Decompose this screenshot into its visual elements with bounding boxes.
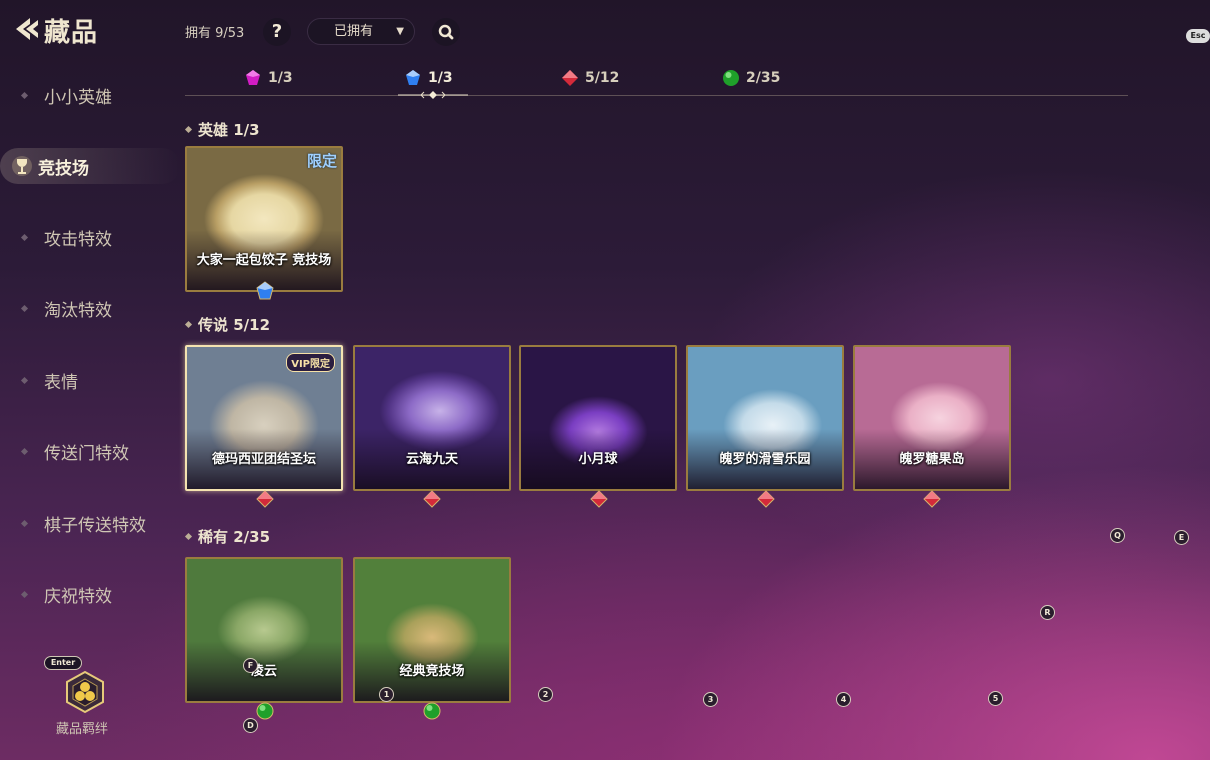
search-icon xyxy=(438,24,454,40)
sidebar-item-label: 表情 xyxy=(44,372,78,393)
sidebar-item-label: 庆祝特效 xyxy=(44,586,112,607)
sidebar-item-label: 竞技场 xyxy=(38,158,89,179)
bullet-icon xyxy=(20,91,29,99)
tab-divider xyxy=(185,95,1128,96)
gem-icon xyxy=(406,70,420,85)
chevron-down-icon: ▼ xyxy=(396,26,404,37)
bullet-icon xyxy=(20,519,29,527)
arena-card[interactable]: 经典竞技场 xyxy=(353,557,511,703)
gem-icon xyxy=(562,70,578,86)
tab-count: 5/12 xyxy=(585,70,620,86)
gem-icon xyxy=(723,70,739,86)
section-title-text: 稀有 2/35 xyxy=(198,528,271,546)
help-icon: ? xyxy=(271,21,283,42)
sidebar-item-label: 棋子传送特效 xyxy=(44,515,146,536)
sidebar-item-arenas[interactable]: 竞技场 xyxy=(12,146,172,186)
sidebar-item-emotes[interactable]: 表情 xyxy=(20,360,172,400)
bullet-icon xyxy=(20,376,29,384)
diamond-icon xyxy=(184,125,193,134)
search-button[interactable] xyxy=(432,18,460,46)
arena-card[interactable]: VIP限定 德玛西亚团结圣坛 xyxy=(185,345,343,491)
arena-card[interactable]: 魄罗糖果岛 xyxy=(853,345,1011,491)
arena-card[interactable]: 云海九天 xyxy=(353,345,511,491)
bullet-icon xyxy=(20,590,29,598)
tab-count: 2/35 xyxy=(746,70,781,86)
key-hint-4: 4 xyxy=(836,692,851,707)
key-hint-2: 2 xyxy=(538,687,553,702)
tab-count: 1/3 xyxy=(268,70,293,86)
ownership-filter-select[interactable]: 已拥有 ▼ xyxy=(307,18,415,45)
gem-icon xyxy=(757,490,775,508)
section-title-text: 传说 5/12 xyxy=(198,316,271,334)
tab-rarity-rare[interactable]: 2/35 xyxy=(721,68,780,88)
collection-bond-label[interactable]: 藏品羁绊 xyxy=(56,718,108,737)
limited-tag: 限定 xyxy=(306,152,337,170)
sidebar-item-unit-teleport-effects[interactable]: 棋子传送特效 xyxy=(20,503,172,543)
owned-count: 拥有 9/53 xyxy=(185,26,245,41)
sidebar-item-label: 小小英雄 xyxy=(44,87,112,108)
sidebar-item-celebration-effects[interactable]: 庆祝特效 xyxy=(20,574,172,614)
help-button[interactable]: ? xyxy=(263,18,291,46)
card-name: 德玛西亚团结圣坛 xyxy=(211,452,316,467)
arena-card[interactable]: 魄罗的滑雪乐园 xyxy=(686,345,844,491)
gem-icon xyxy=(246,70,260,85)
vip-limited-tag: VIP限定 xyxy=(286,353,335,372)
card-name: 魄罗糖果岛 xyxy=(899,452,965,467)
section-title-hero: 英雄 1/3 xyxy=(184,119,260,140)
diamond-icon xyxy=(184,320,193,329)
sidebar-item-label: 淘汰特效 xyxy=(44,300,112,321)
gem-icon xyxy=(256,281,274,300)
key-hint-e: E xyxy=(1174,530,1189,545)
tab-active-indicator xyxy=(398,91,468,99)
bullet-icon xyxy=(20,233,29,241)
page-title: 藏品 xyxy=(44,18,99,48)
key-hint-3: 3 xyxy=(703,692,718,707)
key-hint-5: 5 xyxy=(988,691,1003,706)
card-name: 魄罗的滑雪乐园 xyxy=(719,452,811,467)
trophy-icon xyxy=(12,156,32,176)
diamond-icon xyxy=(184,532,193,541)
bullet-icon xyxy=(20,304,29,312)
card-name: 小月球 xyxy=(578,452,618,467)
key-hint-1: 1 xyxy=(379,687,394,702)
section-title-text: 英雄 1/3 xyxy=(198,121,260,139)
tab-count: 1/3 xyxy=(428,70,453,86)
arena-card[interactable]: 限定 大家一起包饺子 竞技场 xyxy=(185,146,343,292)
gem-icon xyxy=(256,490,274,508)
sidebar-item-label: 传送门特效 xyxy=(44,443,129,464)
arena-card[interactable]: 凌云 xyxy=(185,557,343,703)
tab-rarity-legend[interactable]: 5/12 xyxy=(560,68,619,88)
sidebar-item-attack-effects[interactable]: 攻击特效 xyxy=(20,217,172,257)
key-hint-f: F xyxy=(243,658,258,673)
gem-icon xyxy=(256,702,274,720)
gem-icon xyxy=(923,490,941,508)
card-name: 大家一起包饺子 竞技场 xyxy=(196,253,332,268)
card-name: 经典竞技场 xyxy=(399,664,465,679)
key-hint-d: D xyxy=(243,718,258,733)
arena-card[interactable]: 小月球 xyxy=(519,345,677,491)
gem-icon xyxy=(423,490,441,508)
gem-icon xyxy=(590,490,608,508)
key-hint-q: Q xyxy=(1110,528,1125,543)
section-title-rare: 稀有 2/35 xyxy=(184,526,271,547)
section-title-legend: 传说 5/12 xyxy=(184,314,271,335)
gem-icon xyxy=(423,702,441,720)
honeycomb-icon[interactable] xyxy=(63,670,107,714)
sidebar-item-little-legends[interactable]: 小小英雄 xyxy=(20,75,172,115)
sidebar-item-elimination-effects[interactable]: 淘汰特效 xyxy=(20,288,172,328)
card-name: 云海九天 xyxy=(405,452,458,467)
tab-rarity-epic[interactable]: 1/3 xyxy=(403,68,453,88)
filter-value: 已拥有 xyxy=(334,24,374,39)
sidebar-item-portal-effects[interactable]: 传送门特效 xyxy=(20,431,172,471)
key-hint-r: R xyxy=(1040,605,1055,620)
esc-key-hint: Esc xyxy=(1186,29,1210,43)
sidebar-item-label: 攻击特效 xyxy=(44,229,112,250)
enter-key-hint: Enter xyxy=(44,656,82,670)
bullet-icon xyxy=(20,447,29,455)
back-arrow-icon[interactable] xyxy=(10,14,40,44)
tab-rarity-hero[interactable]: 1/3 xyxy=(243,68,293,88)
card-name: 凌云 xyxy=(250,664,277,679)
